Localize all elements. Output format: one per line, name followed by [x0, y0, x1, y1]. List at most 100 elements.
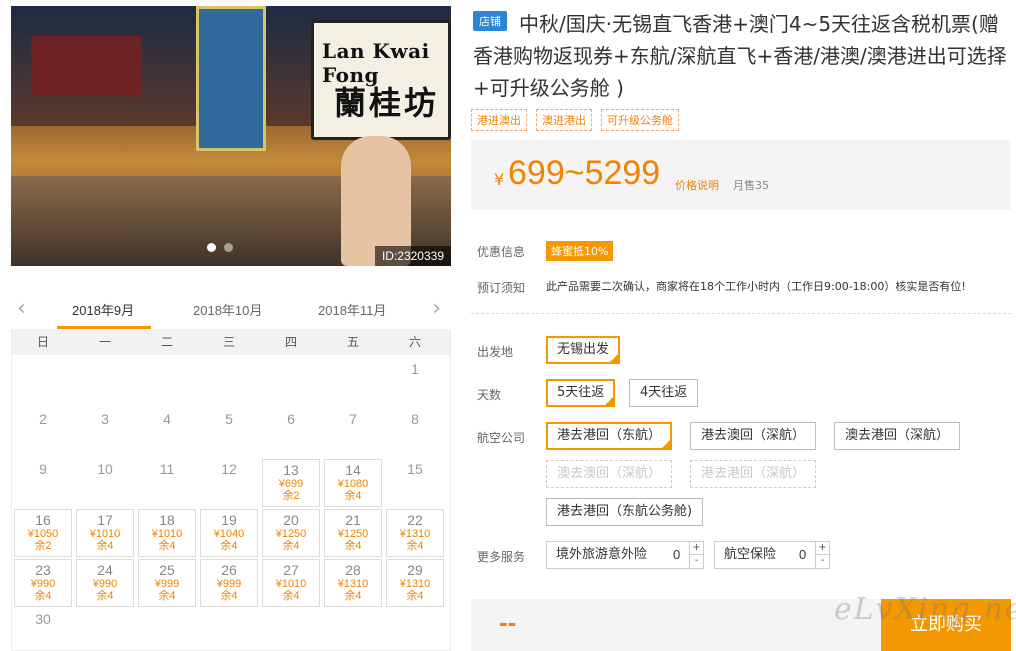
chevron-right-icon[interactable]: ›: [432, 298, 441, 320]
option-label: 澳去港回（深航）: [845, 428, 950, 443]
divider: [471, 313, 1011, 314]
airline-option[interactable]: 港去港回（东航公务舱): [546, 498, 704, 526]
day-remaining: 余2: [282, 490, 300, 502]
day-remaining: 余4: [96, 590, 114, 602]
calendar-day: 10: [74, 458, 136, 508]
street-sign-zh: 蘭桂坊: [334, 84, 440, 122]
day-number: 27: [283, 562, 299, 578]
calendar-month-tab[interactable]: 2018年10月: [193, 300, 262, 319]
calendar-day-available[interactable]: 23 ¥990 余4: [14, 559, 72, 607]
day-price: ¥999: [154, 578, 180, 590]
calendar-day-grid: 1 2 3 4 5 6 7 8 9 10 11 12 13 ¥699 余2 14 ¥1080 余4 15 16 ¥105…: [12, 355, 450, 651]
shop-badge[interactable]: 店铺: [473, 11, 507, 31]
photo-id-tag: ID:2320339: [374, 246, 451, 266]
calendar-day: 4: [136, 408, 198, 458]
day-remaining: 余4: [220, 540, 238, 552]
calendar-day-available[interactable]: 18 ¥1010 余4: [138, 509, 196, 557]
calendar-day-available[interactable]: 19 ¥1040 余4: [200, 509, 258, 557]
days-option[interactable]: 4天往返: [629, 379, 699, 407]
weekday-header: 二: [160, 335, 173, 349]
day-number: 7: [349, 411, 357, 427]
airline-option[interactable]: 港去港回（东航） ✓: [546, 422, 673, 450]
calendar-day-available[interactable]: 25 ¥999 余4: [138, 559, 196, 607]
option-label: 无锡出发: [557, 342, 610, 357]
departure-option[interactable]: 无锡出发 ✓: [546, 336, 621, 364]
service-name: 境外旅游意外险: [556, 547, 648, 562]
product-tag: 澳进港出: [536, 109, 592, 131]
service-qty-input[interactable]: 0: [673, 542, 680, 568]
day-number: 17: [97, 512, 113, 528]
price-box: ¥ 699~5299 价格说明 月售35: [471, 140, 1011, 210]
calendar-blank-cell: [260, 358, 322, 408]
day-number: 1: [411, 361, 419, 377]
day-price: ¥1250: [275, 528, 307, 540]
calendar-blank-cell: [136, 358, 198, 408]
calendar-blank-cell: [74, 358, 136, 408]
calendar-day-available[interactable]: 26 ¥999 余4: [200, 559, 258, 607]
calendar-day-available[interactable]: 14 ¥1080 余4: [324, 459, 382, 507]
airline-option[interactable]: 港去澳回（深航）: [690, 422, 817, 450]
option-label: 港去澳回（深航）: [701, 428, 806, 443]
airline-option[interactable]: 澳去港回（深航）: [834, 422, 961, 450]
product-tag: 可升级公务舱: [601, 109, 679, 131]
chevron-left-icon[interactable]: ‹: [17, 298, 26, 320]
calendar-day-available[interactable]: 20 ¥1250 余4: [262, 509, 320, 557]
days-option[interactable]: 5天往返 ✓: [546, 379, 616, 407]
day-number: 19: [221, 512, 237, 528]
day-number: 12: [221, 461, 237, 477]
product-title: 中秋/国庆·无锡直飞香港+澳门4~5天往返含税机票(赠香港购物返现券+东航/深航…: [473, 12, 1007, 100]
day-price: ¥1010: [89, 528, 121, 540]
day-remaining: 余4: [282, 540, 300, 552]
day-number: 6: [287, 411, 295, 427]
stepper-minus-button[interactable]: -: [690, 555, 703, 568]
promo-label: 优惠信息: [477, 245, 526, 259]
stepper-plus-button[interactable]: +: [690, 542, 703, 555]
day-number: 23: [35, 562, 51, 578]
price-calendar: 日一二三四五六 1 2 3 4 5 6 7 8 9 10 11 12 13 ¥699 余2 14 ¥1080 余4…: [11, 329, 451, 651]
day-number: 15: [407, 461, 423, 477]
calendar-day-available[interactable]: 27 ¥1010 余4: [262, 559, 320, 607]
service-qty-input[interactable]: 0: [799, 542, 806, 568]
calendar-day-available[interactable]: 28 ¥1310 余4: [324, 559, 382, 607]
buy-now-button[interactable]: 立即购买: [881, 599, 1011, 651]
days-label: 天数: [477, 388, 502, 402]
service-travel-insurance: 境外旅游意外险 0 + -: [546, 541, 704, 569]
calendar-day-available[interactable]: 21 ¥1250 余4: [324, 509, 382, 557]
option-label: 港去港回（东航公务舱): [557, 504, 693, 519]
day-number: 28: [345, 562, 361, 578]
day-number: 20: [283, 512, 299, 528]
calendar-month-tab[interactable]: 2018年11月: [318, 300, 386, 319]
product-photo[interactable]: Lan Kwai Fong 蘭桂坊 ID:2320339: [11, 6, 451, 266]
day-remaining: 余4: [220, 590, 238, 602]
calendar-day: 12: [198, 458, 260, 508]
day-price: ¥1310: [399, 578, 431, 590]
calendar-day-available[interactable]: 29 ¥1310 余4: [386, 559, 444, 607]
day-number: 8: [411, 411, 419, 427]
stepper-minus-button[interactable]: -: [816, 555, 829, 568]
quantity-stepper: + -: [689, 542, 703, 568]
carousel-dot[interactable]: [207, 243, 216, 252]
calendar-day: 1: [384, 358, 446, 408]
carousel-dot[interactable]: [224, 243, 233, 252]
price-note-link[interactable]: 价格说明: [675, 177, 719, 193]
promo-badge: 蜂蜜抵10%: [546, 241, 614, 261]
calendar-day-available[interactable]: 24 ¥990 余4: [76, 559, 134, 607]
day-price: ¥990: [30, 578, 56, 590]
day-remaining: 余4: [406, 590, 424, 602]
calendar-day-available[interactable]: 22 ¥1310 余4: [386, 509, 444, 557]
day-price: ¥1310: [399, 528, 431, 540]
calendar-day-available[interactable]: 16 ¥1050 余2: [14, 509, 72, 557]
departure-label: 出发地: [477, 345, 514, 359]
calendar-blank-cell: [12, 358, 74, 408]
calendar-day: 11: [136, 458, 198, 508]
calendar-day-available[interactable]: 13 ¥699 余2: [262, 459, 320, 507]
stepper-plus-button[interactable]: +: [816, 542, 829, 555]
carousel-dots: [207, 243, 233, 252]
day-number: 11: [159, 461, 175, 477]
calendar-day: 30: [12, 608, 74, 651]
calendar-day-available[interactable]: 17 ¥1010 余4: [76, 509, 134, 557]
day-price: ¥1010: [275, 578, 307, 590]
calendar-month-tab[interactable]: 2018年9月: [72, 300, 134, 319]
day-remaining: 余4: [158, 590, 176, 602]
calendar-day: 8: [384, 408, 446, 458]
